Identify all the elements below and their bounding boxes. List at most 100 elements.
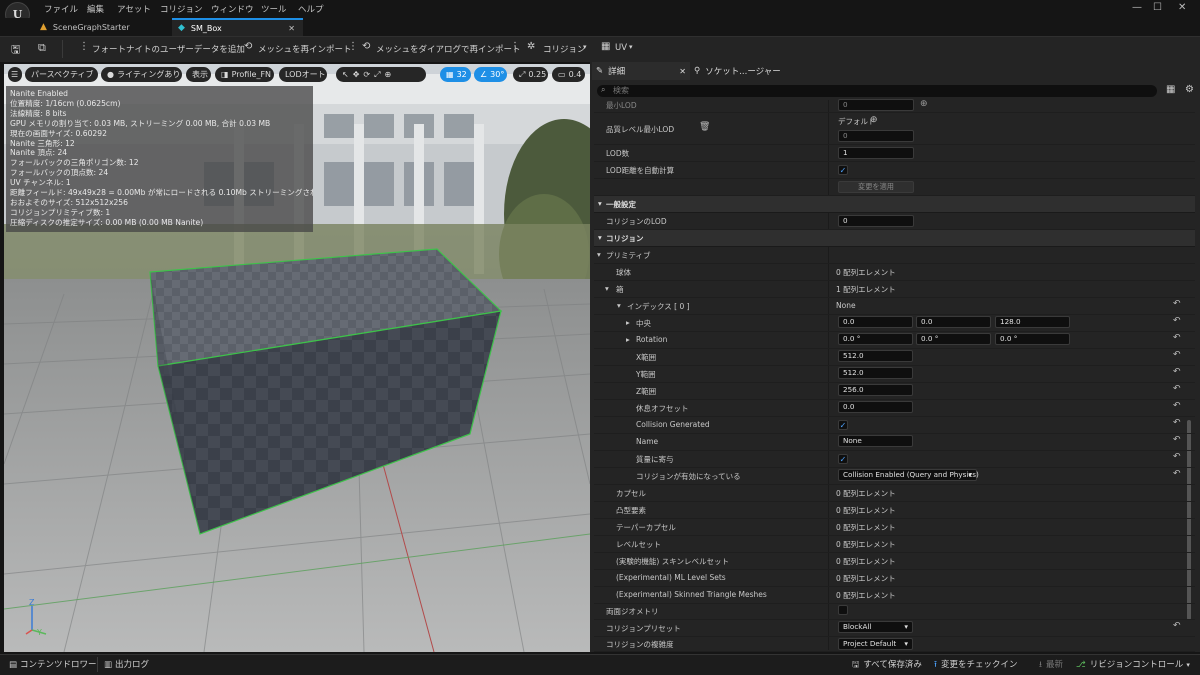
maximize-icon[interactable]: ☐ <box>1153 2 1162 13</box>
contribute-mass-checkbox[interactable]: ✓ <box>838 454 848 464</box>
center-y-field[interactable]: 0.0 <box>916 316 991 328</box>
reset-icon[interactable]: ↶ <box>1173 435 1181 445</box>
chevron-right-icon[interactable]: ▸ <box>626 335 630 344</box>
reset-icon[interactable]: ↶ <box>1173 621 1181 631</box>
chevron-down-icon[interactable]: ▾ <box>597 250 601 259</box>
add-icon[interactable]: ⊕ <box>920 99 928 109</box>
tab-socket-manager[interactable]: ⚲ ソケット...ージャー <box>694 62 804 80</box>
reset-icon[interactable]: ↶ <box>1173 384 1181 394</box>
collision-enabled-dropdown[interactable]: Collision Enabled (Query and Physics) ▾ <box>838 469 979 481</box>
y-extent-field[interactable]: 512.0 <box>838 367 913 379</box>
perspective-button[interactable]: パースペクティブ <box>25 67 98 82</box>
uv-grid-icon: ▦ <box>601 41 611 52</box>
viewport-menu-icon[interactable]: ☰ <box>8 67 22 82</box>
menu-help[interactable]: ヘルプ <box>298 3 324 15</box>
more-options-icon[interactable]: ⋮ <box>510 41 520 52</box>
save-icon[interactable]: 🖫 <box>11 41 20 60</box>
collision-icon: ✲ <box>527 41 536 52</box>
stats-line: GPU メモリの割り当て: 0.03 MB, ストリーミング 0.00 MB, … <box>10 118 271 128</box>
tab-sm-box[interactable]: ◆ SM_Box ✕ <box>172 18 303 36</box>
collision-complexity-dropdown[interactable]: Project Default ▾ <box>838 638 913 650</box>
menu-file[interactable]: ファイル <box>44 3 78 15</box>
uv-dropdown[interactable]: UV <box>615 43 627 53</box>
table-view-icon[interactable]: ▦ <box>1166 84 1175 95</box>
chevron-down-icon: ▾ <box>1186 661 1190 669</box>
chevron-down-icon[interactable]: ▾ <box>617 301 621 310</box>
search-input[interactable]: 検索 <box>597 85 1157 97</box>
menu-asset[interactable]: アセット <box>117 3 151 15</box>
apply-changes-button[interactable]: 変更を適用 <box>838 181 914 193</box>
profile-button[interactable]: ◨ Profile_FN <box>215 67 274 82</box>
collision-generated-checkbox[interactable]: ✓ <box>838 420 848 430</box>
show-button[interactable]: 表示 <box>186 67 211 82</box>
tab-details[interactable]: ✎ 詳細 ✕ <box>592 62 690 80</box>
reset-icon[interactable]: ↶ <box>1173 452 1181 462</box>
rest-offset-field[interactable]: 0.0 <box>838 401 913 413</box>
name-field[interactable]: None <box>838 435 913 447</box>
collision-preset-dropdown[interactable]: BlockAll ▾ <box>838 621 913 633</box>
output-log-button[interactable]: ▥ 出力ログ <box>104 658 149 670</box>
minimize-icon[interactable]: — <box>1132 2 1142 13</box>
min-lod-field[interactable]: 0 <box>838 99 914 111</box>
z-extent-field[interactable]: 256.0 <box>838 384 913 396</box>
tapered-capsule-value: 0 配列エレメント <box>836 523 896 532</box>
revision-control-button[interactable]: ⎇ リビジョンコントロール ▾ <box>1076 658 1190 670</box>
convex-value: 0 配列エレメント <box>836 506 896 515</box>
section-general-settings[interactable] <box>594 196 1195 213</box>
reset-icon[interactable]: ↶ <box>1173 350 1181 360</box>
lod-count-field[interactable]: 1 <box>838 147 914 159</box>
save-all-button[interactable]: 🖫 すべて保存済み <box>852 658 922 673</box>
reimport-mesh-dialog-button[interactable]: メッシュをダイアログで再インポート <box>376 43 521 55</box>
settings-icon[interactable]: ⚙ <box>1185 84 1194 95</box>
auto-lod-checkbox[interactable]: ✓ <box>838 165 848 175</box>
reset-icon[interactable]: ↶ <box>1173 401 1181 411</box>
center-x-field[interactable]: 0.0 <box>838 316 913 328</box>
x-extent-field[interactable]: 512.0 <box>838 350 913 362</box>
more-options-icon[interactable]: ⋮ <box>348 41 358 52</box>
reimport-mesh-button[interactable]: メッシュを再インポート <box>258 43 352 55</box>
rotation-x-field[interactable]: 0.0 ° <box>838 333 913 345</box>
tab-scenegraphstarter[interactable]: ▲ SceneGraphStarter <box>40 18 170 36</box>
chevron-right-icon[interactable]: ▸ <box>626 318 630 327</box>
skinned-triangle-label: (Experimental) Skinned Triangle Meshes <box>616 590 767 599</box>
section-collision[interactable] <box>594 230 1195 247</box>
close-tab-icon[interactable]: ✕ <box>288 24 295 33</box>
transform-tools[interactable]: ↖✥⟳⤢⊕ <box>336 67 426 82</box>
check-in-button[interactable]: ⭱ 変更をチェックイン <box>934 658 1018 673</box>
collision-dropdown[interactable]: コリジョン <box>543 43 586 55</box>
upload-icon: ⭱ <box>934 660 937 670</box>
reset-icon[interactable]: ↶ <box>1173 299 1181 309</box>
browse-asset-icon[interactable]: ⧉ <box>38 41 46 55</box>
close-tab-icon[interactable]: ✕ <box>679 67 686 76</box>
menu-edit[interactable]: 編集 <box>87 3 104 15</box>
stats-line: おおよそのサイズ: 512x512x256 <box>10 197 128 207</box>
collision-lod-field[interactable]: 0 <box>838 215 914 227</box>
close-window-icon[interactable]: ✕ <box>1178 2 1186 13</box>
lod-button[interactable]: LODオート <box>279 67 327 82</box>
menu-collision[interactable]: コリジョン <box>160 3 203 15</box>
lighting-button[interactable]: ● ライティングあり <box>101 67 182 82</box>
sync-latest-button[interactable]: ⭳ 最新 <box>1039 658 1063 673</box>
double-sided-checkbox[interactable] <box>838 605 848 615</box>
center-z-field[interactable]: 128.0 <box>995 316 1070 328</box>
quality-min-lod-field[interactable]: 0 <box>838 130 914 142</box>
menu-window[interactable]: ウィンドウ <box>211 3 254 15</box>
scale-snap-toggle[interactable]: ⤢ 0.25 <box>513 67 548 82</box>
trash-icon[interactable]: 🗑 <box>699 122 710 132</box>
grid-snap-toggle[interactable]: ▦ 32 <box>440 67 471 82</box>
chevron-down-icon[interactable]: ▾ <box>605 284 609 293</box>
box-value: 1 配列エレメント <box>836 285 896 294</box>
reset-icon[interactable]: ↶ <box>1173 367 1181 377</box>
reset-icon[interactable]: ↶ <box>1173 418 1181 428</box>
add-icon[interactable]: ⊕ <box>870 115 878 125</box>
add-fortnite-user-data-button[interactable]: フォートナイトのユーザーデータを追加 <box>92 43 245 55</box>
menu-tools[interactable]: ツール <box>261 3 287 15</box>
reset-icon[interactable]: ↶ <box>1173 316 1181 326</box>
rotation-y-field[interactable]: 0.0 ° <box>916 333 991 345</box>
rotation-z-field[interactable]: 0.0 ° <box>995 333 1070 345</box>
reset-icon[interactable]: ↶ <box>1173 333 1181 343</box>
camera-speed-button[interactable]: ▭ 0.4 <box>552 67 585 82</box>
content-drawer-button[interactable]: ▤ コンテンツドロワー <box>9 658 97 670</box>
reset-icon[interactable]: ↶ <box>1173 469 1181 479</box>
rotation-snap-toggle[interactable]: ∠ 30° <box>474 67 507 82</box>
